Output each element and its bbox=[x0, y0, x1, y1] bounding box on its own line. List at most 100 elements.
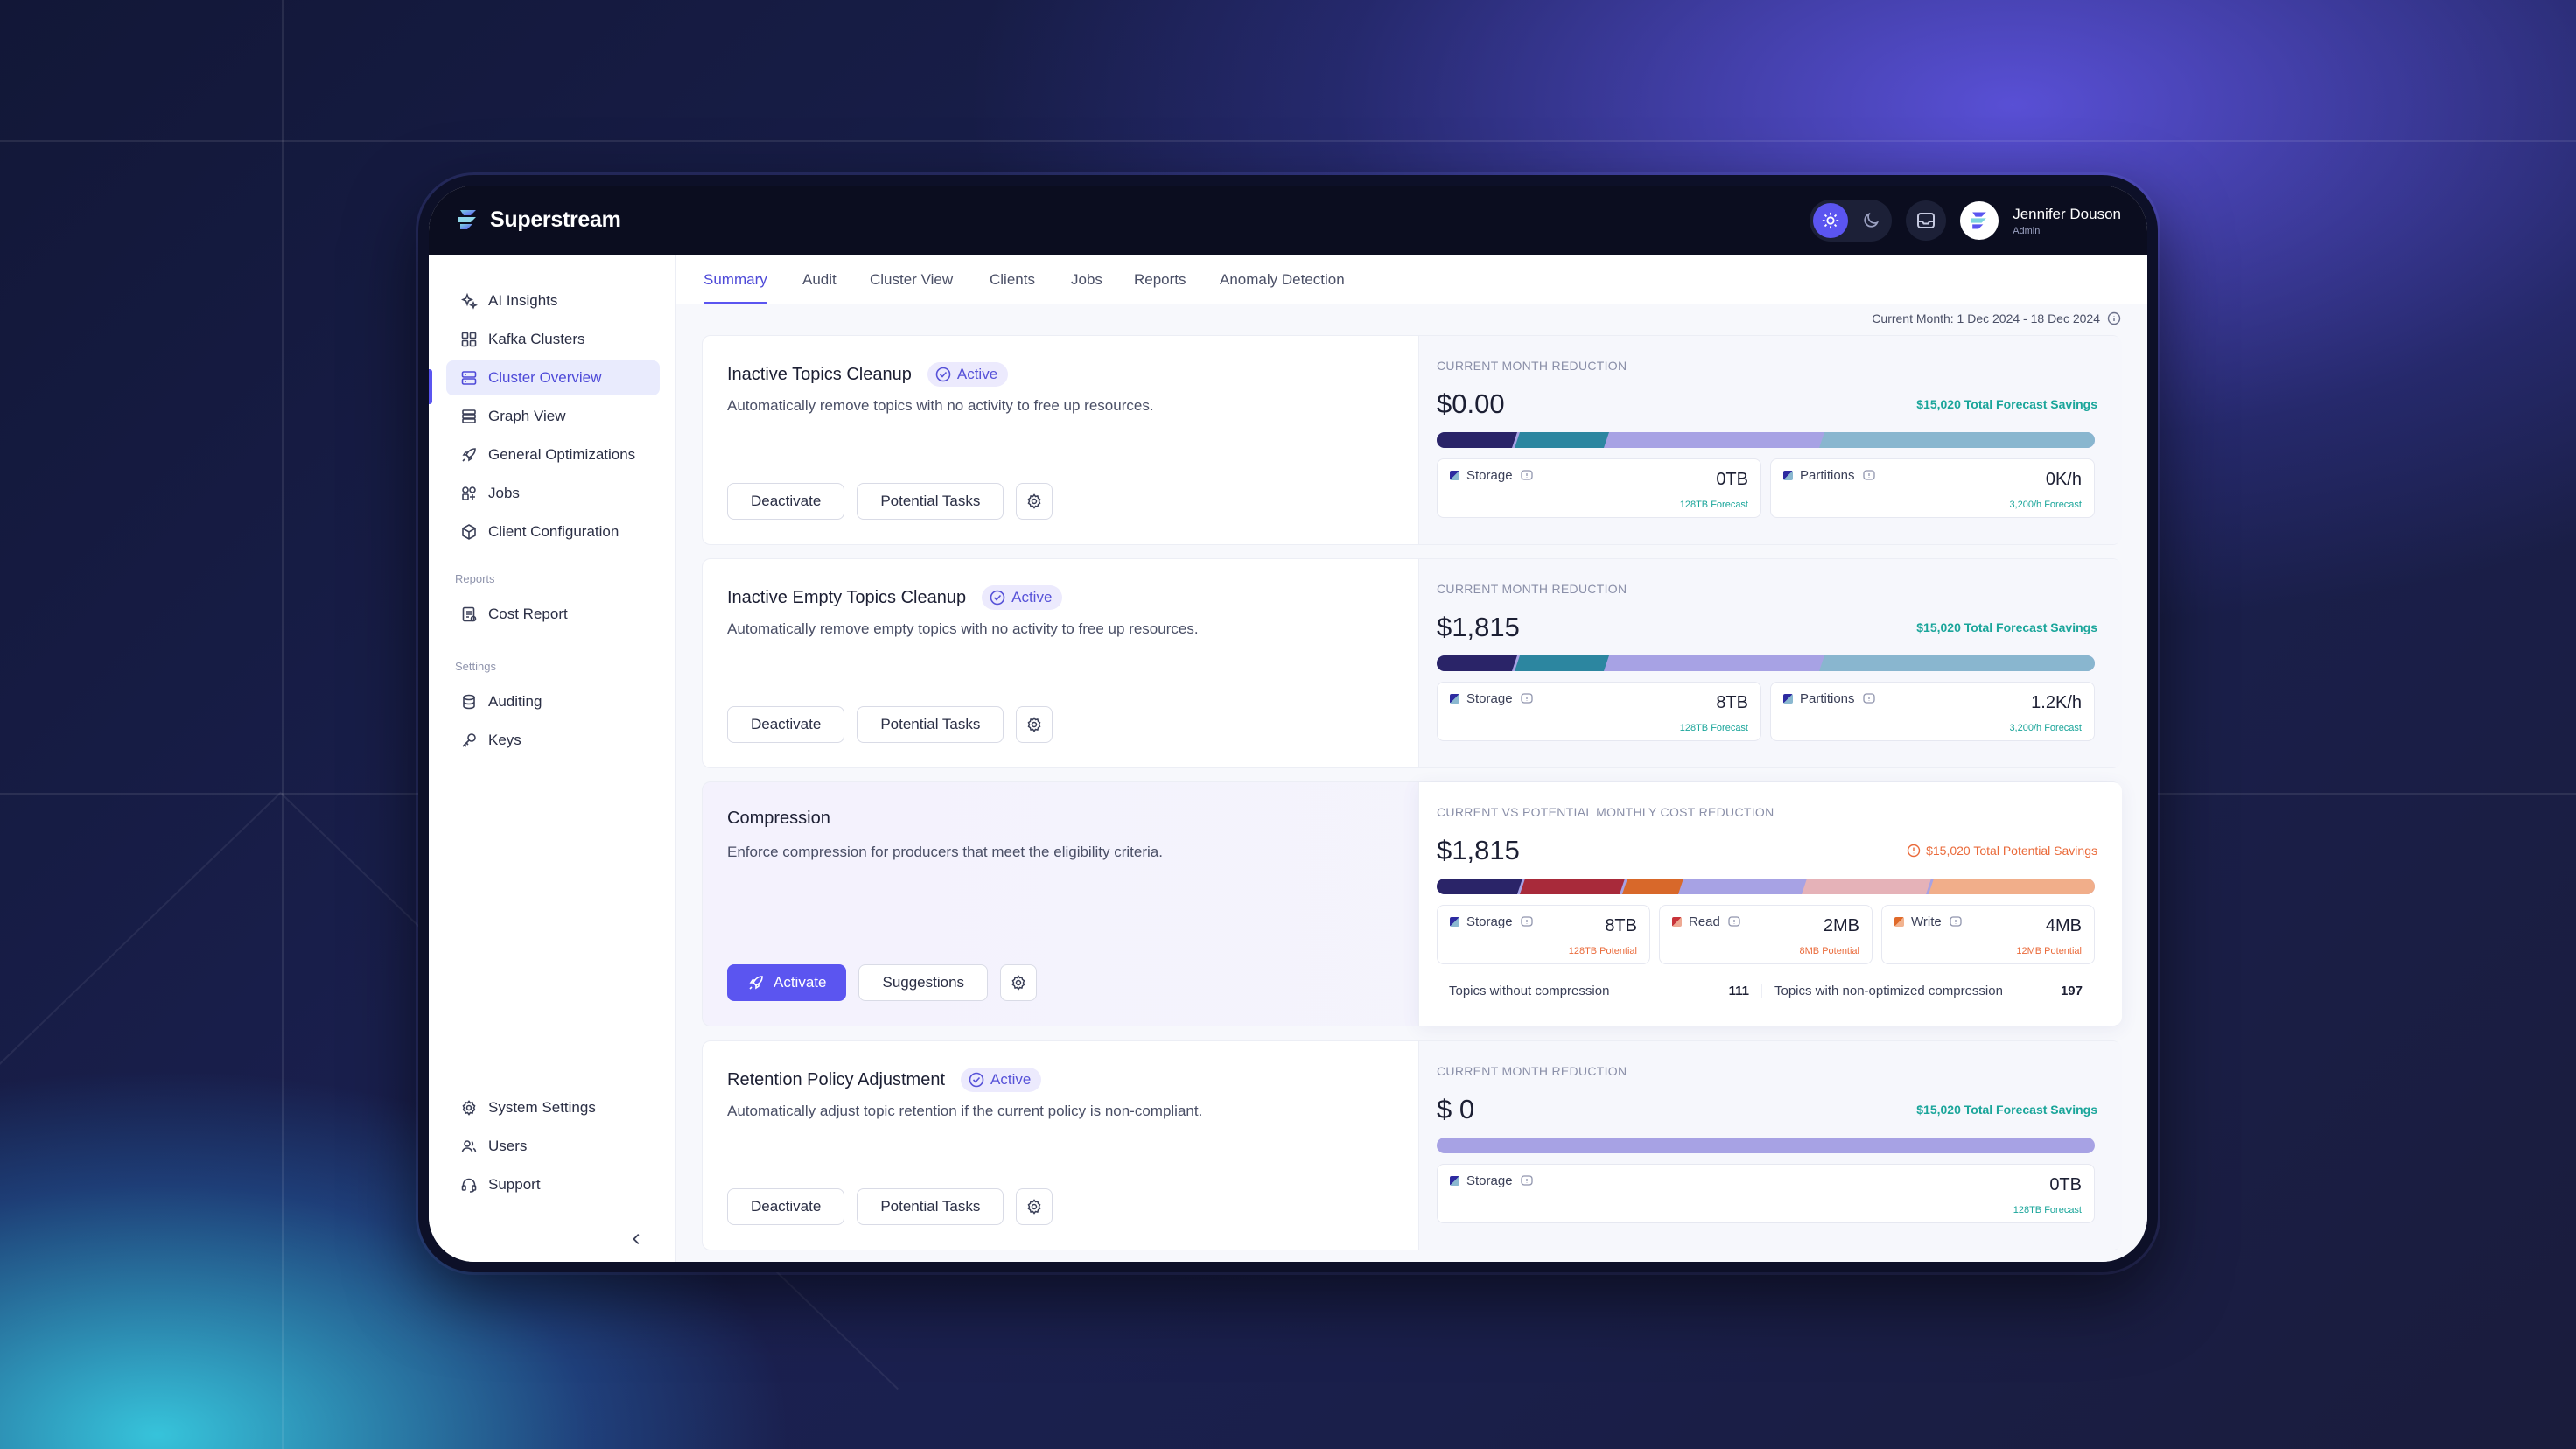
card-settings-button[interactable] bbox=[1016, 706, 1054, 743]
sidebar-item-label: Graph View bbox=[488, 408, 566, 424]
deactivate-button[interactable]: Deactivate bbox=[727, 706, 845, 743]
tab-jobs[interactable]: Jobs bbox=[1071, 256, 1102, 304]
tooltip-icon[interactable] bbox=[1949, 915, 1963, 929]
stat-value: 4MB bbox=[2045, 916, 2082, 935]
superstream-logo-icon bbox=[458, 210, 476, 229]
main-content: Summary Audit Cluster View Clients Jobs … bbox=[676, 256, 2147, 1262]
tooltip-icon[interactable] bbox=[1862, 692, 1876, 706]
tooltip-icon[interactable] bbox=[1520, 1174, 1534, 1188]
sidebar-item-jobs[interactable]: Jobs bbox=[446, 476, 660, 511]
read-swatch bbox=[1672, 917, 1682, 927]
sidebar-item-general-optimizations[interactable]: General Optimizations bbox=[446, 438, 660, 472]
sidebar-item-label: Users bbox=[488, 1138, 528, 1154]
card-settings-button[interactable] bbox=[1016, 1188, 1054, 1225]
sidebar-item-system-settings[interactable]: System Settings bbox=[446, 1090, 660, 1125]
storage-stat: Storage 8TB 128TB Potential bbox=[1437, 905, 1650, 964]
stat-value: 8TB bbox=[1716, 693, 1748, 712]
topics-non-optimized-compression: Topics with non-optimized compression 19… bbox=[1762, 984, 2095, 998]
inbox-icon bbox=[1917, 213, 1936, 228]
cube-icon bbox=[462, 524, 476, 540]
tooltip-icon[interactable] bbox=[1520, 469, 1534, 483]
savings-bar bbox=[1437, 432, 2095, 448]
card-description: Automatically remove empty topics with n… bbox=[727, 620, 1199, 637]
suggestions-button[interactable]: Suggestions bbox=[858, 964, 989, 1001]
current-month-period: Current Month: 1 Dec 2024 - 18 Dec 2024 bbox=[1872, 312, 2121, 326]
reduction-label: CURRENT VS POTENTIAL MONTHLY COST REDUCT… bbox=[1437, 805, 1774, 819]
deactivate-button[interactable]: Deactivate bbox=[727, 1188, 845, 1225]
layers-icon bbox=[462, 410, 476, 424]
deactivate-button[interactable]: Deactivate bbox=[727, 483, 845, 520]
reduction-value: $1,815 bbox=[1437, 612, 1520, 642]
theme-toggle[interactable] bbox=[1810, 200, 1893, 242]
status-badge: Active bbox=[961, 1068, 1042, 1092]
tooltip-icon[interactable] bbox=[1727, 915, 1741, 929]
tab-summary[interactable]: Summary bbox=[704, 256, 767, 304]
tooltip-icon[interactable] bbox=[1520, 692, 1534, 706]
potential-tasks-button[interactable]: Potential Tasks bbox=[857, 706, 1004, 743]
stat-potential: 8MB Potential bbox=[1799, 946, 1859, 956]
sidebar-item-label: Support bbox=[488, 1176, 541, 1193]
stat-label: Storage bbox=[1466, 1173, 1513, 1188]
reduction-value: $ 0 bbox=[1437, 1094, 1475, 1124]
sidebar-item-auditing[interactable]: Auditing bbox=[446, 684, 660, 719]
sidebar-item-keys[interactable]: Keys bbox=[446, 723, 660, 758]
storage-stat: Storage 0TB 128TB Forecast bbox=[1437, 458, 1761, 518]
stat-value: 0TB bbox=[1716, 470, 1748, 489]
tab-reports[interactable]: Reports bbox=[1134, 256, 1186, 304]
potential-tasks-button[interactable]: Potential Tasks bbox=[857, 1188, 1004, 1225]
optimization-card: Inactive Topics Cleanup Active Automatic… bbox=[702, 335, 2122, 545]
tooltip-icon[interactable] bbox=[1520, 915, 1534, 929]
stat-forecast: 128TB Forecast bbox=[1679, 723, 1748, 733]
write-swatch bbox=[1894, 917, 1904, 927]
avatar[interactable] bbox=[1960, 201, 1999, 240]
app-logo[interactable]: Superstream bbox=[455, 206, 621, 233]
light-mode-button[interactable] bbox=[1813, 203, 1849, 238]
jobs-icon bbox=[462, 486, 476, 500]
card-title: Inactive Topics Cleanup bbox=[727, 364, 912, 384]
activate-button[interactable]: Activate bbox=[727, 964, 847, 1001]
sidebar-item-cost-report[interactable]: Cost Report bbox=[446, 597, 660, 632]
tab-anomaly-detection[interactable]: Anomaly Detection bbox=[1220, 256, 1345, 304]
gear-icon bbox=[1012, 975, 1026, 990]
savings-bar-segments bbox=[1437, 432, 2095, 448]
card-settings-button[interactable] bbox=[1016, 483, 1054, 520]
sidebar-item-label: Client Configuration bbox=[488, 523, 620, 540]
sidebar-item-label: Cluster Overview bbox=[488, 369, 602, 386]
gear-icon bbox=[462, 1100, 476, 1116]
chevron-left-icon bbox=[633, 1233, 640, 1245]
card-description: Automatically adjust topic retention if … bbox=[727, 1102, 1203, 1119]
meta-value: 111 bbox=[1728, 983, 1749, 998]
stat-label: Storage bbox=[1466, 468, 1513, 483]
inbox-button[interactable] bbox=[1906, 200, 1947, 241]
reduction-label: CURRENT MONTH REDUCTION bbox=[1437, 359, 1628, 373]
potential-tasks-button[interactable]: Potential Tasks bbox=[857, 483, 1004, 520]
info-icon[interactable] bbox=[2107, 312, 2121, 326]
sidebar-item-users[interactable]: Users bbox=[446, 1129, 660, 1164]
sidebar-item-cluster-overview[interactable]: Cluster Overview bbox=[446, 360, 660, 396]
sidebar-item-graph-view[interactable]: Graph View bbox=[446, 399, 660, 434]
card-title: Compression bbox=[727, 808, 830, 828]
sidebar-item-kafka-clusters[interactable]: Kafka Clusters bbox=[446, 322, 660, 357]
tab-clients[interactable]: Clients bbox=[990, 256, 1035, 304]
partitions-stat: Partitions 0K/h 3,200/h Forecast bbox=[1770, 458, 2095, 518]
collapse-sidebar-button[interactable] bbox=[626, 1228, 648, 1250]
dark-mode-button[interactable] bbox=[1853, 203, 1888, 238]
sidebar-item-ai-insights[interactable]: AI Insights bbox=[446, 284, 660, 318]
tab-audit[interactable]: Audit bbox=[802, 256, 836, 304]
tab-cluster-view[interactable]: Cluster View bbox=[870, 256, 953, 304]
database-icon bbox=[463, 694, 475, 710]
user-info[interactable]: Jennifer Douson Admin bbox=[2012, 206, 2121, 236]
tab-bar: Summary Audit Cluster View Clients Jobs … bbox=[676, 256, 2147, 304]
stat-forecast: 128TB Forecast bbox=[1679, 500, 1748, 510]
sidebar-item-label: General Optimizations bbox=[488, 446, 636, 463]
card-settings-button[interactable] bbox=[1000, 964, 1038, 1001]
tooltip-icon[interactable] bbox=[1862, 469, 1876, 483]
sidebar-item-label: System Settings bbox=[488, 1099, 596, 1116]
reduction-panel: CURRENT MONTH REDUCTION $ 0 $15,020 Tota… bbox=[1418, 1041, 2122, 1250]
sidebar-item-label: Cost Report bbox=[488, 606, 568, 622]
sidebar-item-client-configuration[interactable]: Client Configuration bbox=[446, 514, 660, 550]
reduction-panel: CURRENT MONTH REDUCTION $1,815 $15,020 T… bbox=[1418, 559, 2122, 767]
status-badge: Active bbox=[927, 362, 1009, 387]
sidebar-item-support[interactable]: Support bbox=[446, 1167, 660, 1202]
compression-topics-summary: Topics without compression 111 Topics wi… bbox=[1437, 975, 2095, 1006]
